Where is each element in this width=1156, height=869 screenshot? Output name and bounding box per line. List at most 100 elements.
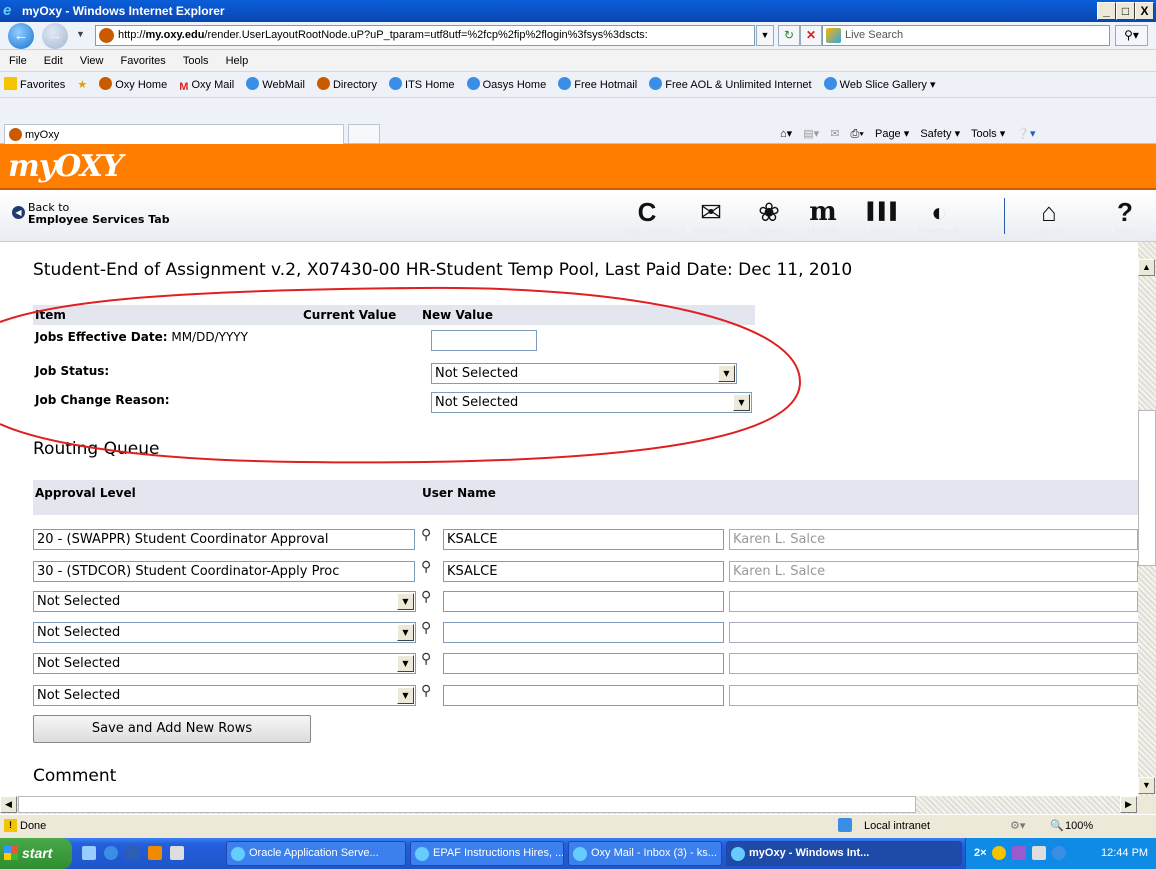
favorite-oasys-home[interactable]: Oasys Home bbox=[466, 72, 546, 97]
quicklaunch-outlook-icon[interactable] bbox=[148, 846, 162, 860]
chevron-down-icon[interactable]: ▼ bbox=[397, 624, 414, 641]
lookup-search-icon[interactable]: ⚲ bbox=[421, 527, 437, 543]
mail-icon[interactable]: ✉ bbox=[830, 128, 839, 140]
menu-tools[interactable]: Tools bbox=[183, 55, 209, 67]
back-to-employee-services-link[interactable]: ◀ Back to Employee Services Tab bbox=[12, 202, 170, 226]
address-dropdown-icon[interactable]: ▼ bbox=[756, 25, 774, 46]
tray-app-icon[interactable] bbox=[992, 846, 1006, 860]
lookup-search-icon[interactable]: ⚲ bbox=[421, 589, 437, 605]
approval-level-select[interactable]: Not Selected ▼ bbox=[33, 685, 416, 706]
zoom-level[interactable]: 100% bbox=[1065, 815, 1093, 837]
add-favorite-icon[interactable]: ★ bbox=[77, 72, 87, 97]
nav-feedback[interactable]: ◐ Feedback bbox=[916, 198, 962, 236]
scroll-down-icon[interactable]: ▼ bbox=[1138, 777, 1155, 794]
horizontal-scrollbar[interactable]: ◀ ▶ bbox=[0, 796, 1138, 814]
scroll-up-icon[interactable]: ▲ bbox=[1138, 259, 1155, 276]
tab-myoxy[interactable]: myOxy bbox=[4, 124, 344, 144]
favorite-oxy-mail[interactable]: M Oxy Mail bbox=[179, 72, 234, 97]
taskbar-task-button[interactable]: EPAF Instructions Hires, ... bbox=[410, 841, 564, 866]
user-name-input[interactable] bbox=[443, 591, 724, 612]
approval-level-select[interactable]: Not Selected ▼ bbox=[33, 622, 416, 643]
favorite-its-home[interactable]: ITS Home bbox=[389, 72, 455, 97]
back-chevron-icon: ◀ bbox=[12, 206, 25, 219]
quicklaunch-desktop-icon[interactable] bbox=[82, 846, 96, 860]
user-name-input[interactable] bbox=[443, 622, 724, 643]
print-icon[interactable]: ⎙▾ bbox=[851, 128, 864, 140]
nav-moodle[interactable]: m Moodle bbox=[800, 198, 846, 236]
quicklaunch-mail-icon[interactable] bbox=[170, 846, 184, 860]
menu-favorites[interactable]: Favorites bbox=[121, 55, 166, 67]
quicklaunch-ie-icon[interactable] bbox=[104, 846, 118, 860]
tray-app-icon[interactable] bbox=[1052, 846, 1066, 860]
approval-level-select[interactable]: Not Selected ▼ bbox=[33, 653, 416, 674]
approval-level-select[interactable]: Not Selected ▼ bbox=[33, 591, 416, 612]
nav-library[interactable]: ▐▐▐ Library bbox=[856, 198, 902, 236]
nav-webmail[interactable]: ✉ Webmail bbox=[688, 198, 734, 236]
taskbar-task-button[interactable]: Oracle Application Serve... bbox=[226, 841, 406, 866]
nav-oxyconnect[interactable]: C OxyCONNECT bbox=[624, 198, 686, 236]
menu-help[interactable]: Help bbox=[226, 55, 249, 67]
horizontal-scroll-thumb[interactable] bbox=[18, 796, 916, 813]
nav-oxypedia[interactable]: ❀ Oxypedia bbox=[746, 198, 792, 236]
favorites-button[interactable]: Favorites bbox=[4, 72, 65, 97]
tools-menu[interactable]: Tools ▾ bbox=[971, 128, 1005, 140]
chevron-down-icon[interactable]: ▼ bbox=[397, 655, 414, 672]
feeds-icon[interactable]: ▤▾ bbox=[803, 128, 819, 140]
safety-menu[interactable]: Safety ▾ bbox=[920, 128, 960, 140]
refresh-icon[interactable]: ↻ bbox=[778, 25, 800, 46]
window-title-bar[interactable]: e myOxy - Windows Internet Explorer _ □ … bbox=[0, 0, 1156, 22]
menu-view[interactable]: View bbox=[80, 55, 104, 67]
favorite-oxy-home[interactable]: Oxy Home bbox=[99, 72, 167, 97]
search-icon[interactable]: ⚲▾ bbox=[1115, 25, 1148, 46]
new-tab-button[interactable] bbox=[348, 124, 380, 144]
live-search-input[interactable]: Live Search bbox=[822, 25, 1110, 46]
quicklaunch-word-icon[interactable] bbox=[126, 846, 140, 860]
menu-edit[interactable]: Edit bbox=[44, 55, 63, 67]
user-name-input[interactable]: KSALCE bbox=[443, 561, 724, 582]
save-and-add-rows-button[interactable]: Save and Add New Rows bbox=[33, 715, 311, 743]
favorite-free-hotmail[interactable]: Free Hotmail bbox=[558, 72, 637, 97]
user-name-input[interactable] bbox=[443, 685, 724, 706]
favorite-webmail[interactable]: WebMail bbox=[246, 72, 305, 97]
scroll-left-icon[interactable]: ◀ bbox=[0, 796, 17, 813]
protected-mode-icon[interactable]: ⚙▾ bbox=[1010, 815, 1025, 837]
question-icon: ? bbox=[1117, 197, 1133, 227]
maximize-button[interactable]: □ bbox=[1116, 2, 1135, 20]
user-name-input[interactable] bbox=[443, 653, 724, 674]
chevron-down-icon[interactable]: ▼ bbox=[397, 687, 414, 704]
myoxy-logo[interactable]: myOXY bbox=[8, 149, 168, 185]
chevron-down-icon[interactable]: ▼ bbox=[397, 593, 414, 610]
stop-icon[interactable]: ✕ bbox=[800, 25, 822, 46]
scroll-right-icon[interactable]: ▶ bbox=[1120, 796, 1137, 813]
approval-level-field[interactable]: 20 - (SWAPPR) Student Coordinator Approv… bbox=[33, 529, 415, 550]
address-bar[interactable]: http://my.oxy.edu/render.UserLayoutRootN… bbox=[95, 25, 755, 46]
zoom-icon[interactable]: 🔍 bbox=[1050, 815, 1064, 837]
minimize-button[interactable]: _ bbox=[1097, 2, 1116, 20]
lookup-search-icon[interactable]: ⚲ bbox=[421, 620, 437, 636]
recent-pages-dropdown-icon[interactable]: ▼ bbox=[76, 29, 85, 39]
lookup-search-icon[interactable]: ⚲ bbox=[421, 559, 437, 575]
vertical-scroll-thumb[interactable] bbox=[1138, 410, 1156, 566]
page-menu[interactable]: Page ▾ bbox=[875, 128, 909, 140]
forward-arrow-icon[interactable]: → bbox=[42, 23, 68, 49]
nav-help[interactable]: ? Help bbox=[1102, 198, 1148, 236]
favorite-free-aol[interactable]: Free AOL & Unlimited Internet bbox=[649, 72, 812, 97]
nav-logout[interactable]: ⌂ Logout bbox=[1026, 198, 1072, 236]
home-icon[interactable]: ⌂▾ bbox=[780, 128, 792, 140]
start-button[interactable]: start bbox=[0, 838, 72, 869]
help-icon[interactable]: ❔▾ bbox=[1016, 128, 1035, 140]
menu-file[interactable]: File bbox=[9, 55, 27, 67]
back-arrow-icon[interactable]: ← bbox=[8, 23, 34, 49]
approval-level-field[interactable]: 30 - (STDCOR) Student Coordinator-Apply … bbox=[33, 561, 415, 582]
favorite-directory[interactable]: Directory bbox=[316, 72, 377, 97]
tray-app-icon[interactable] bbox=[1032, 846, 1046, 860]
taskbar-task-button[interactable]: myOxy - Windows Int... bbox=[726, 841, 962, 866]
favorite-web-slice-gallery[interactable]: Web Slice Gallery ▾ bbox=[823, 72, 935, 97]
tray-app-icon[interactable] bbox=[1012, 846, 1026, 860]
close-button[interactable]: X bbox=[1135, 2, 1154, 20]
lookup-search-icon[interactable]: ⚲ bbox=[421, 651, 437, 667]
lookup-search-icon[interactable]: ⚲ bbox=[421, 683, 437, 699]
user-name-input[interactable]: KSALCE bbox=[443, 529, 724, 550]
vertical-scrollbar[interactable]: ▲ ▼ bbox=[1138, 242, 1156, 796]
taskbar-task-button[interactable]: Oxy Mail - Inbox (3) - ks... bbox=[568, 841, 722, 866]
